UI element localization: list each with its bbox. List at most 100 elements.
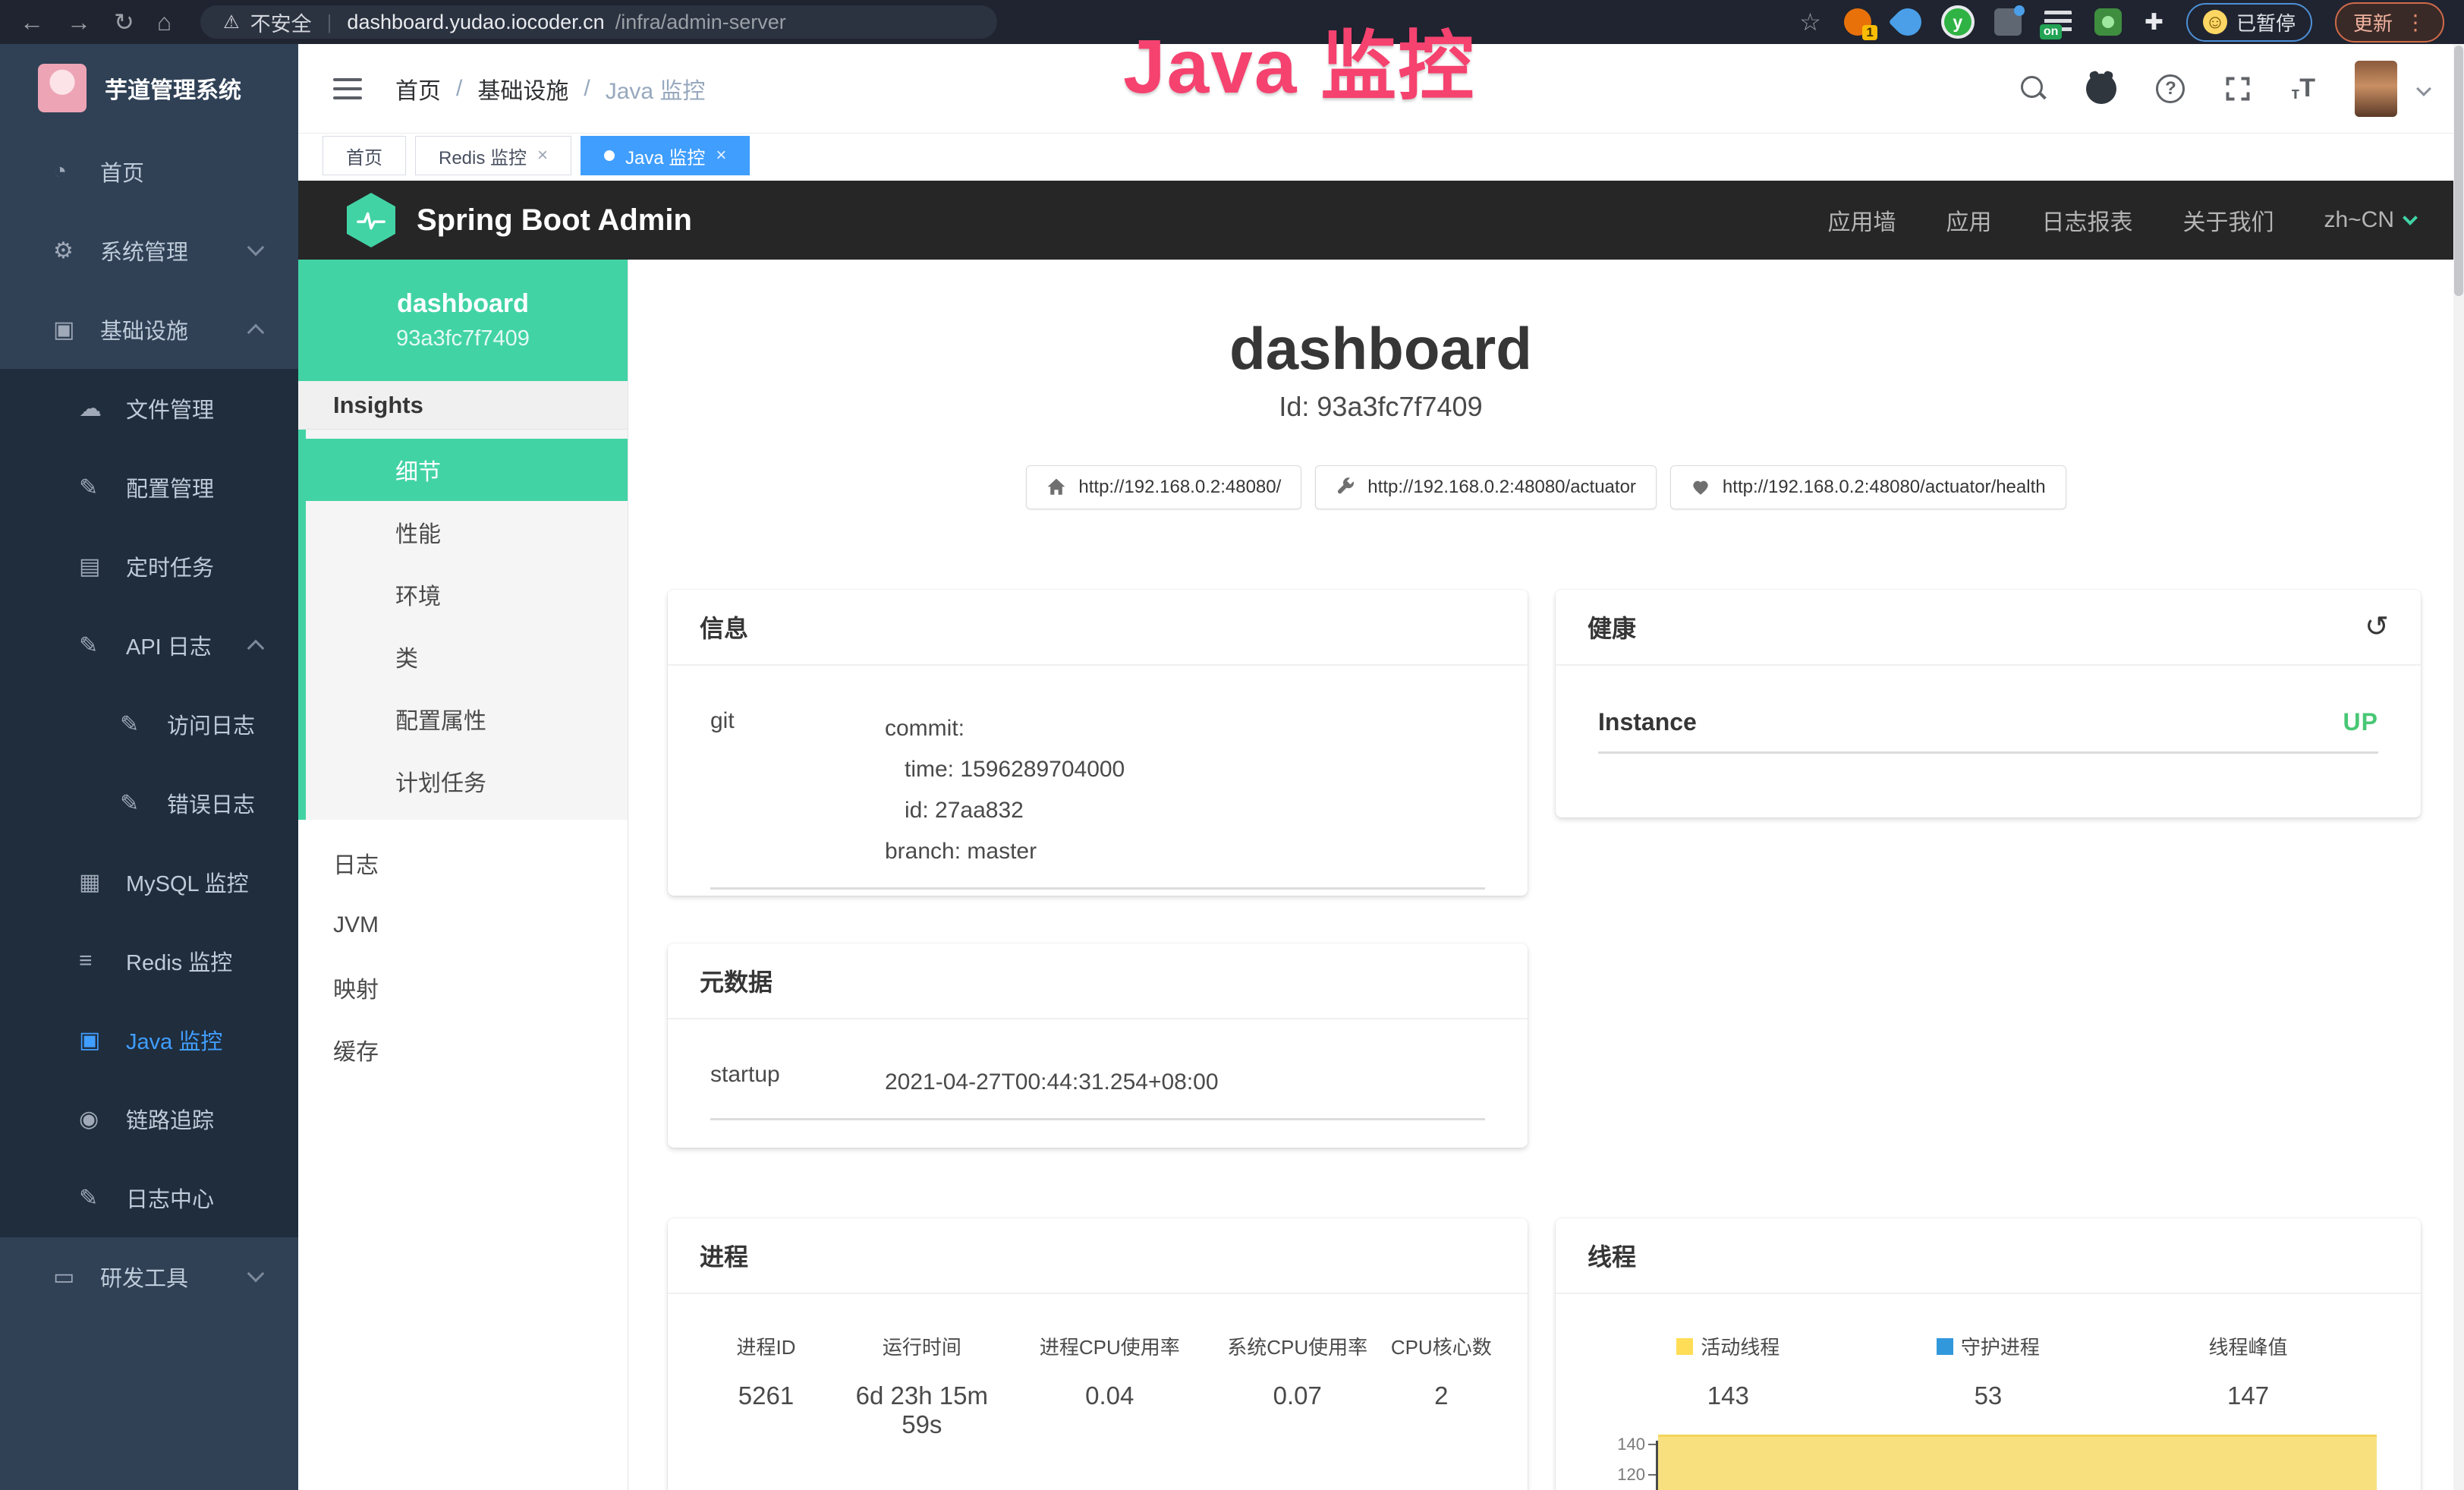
sba-sidebar-item-metrics[interactable]: 性能 (306, 501, 628, 563)
system-cpu-value: 0.07 (1210, 1381, 1386, 1439)
sba-sidebar-item-logs[interactable]: 日志 (298, 832, 628, 894)
close-icon[interactable]: × (537, 145, 548, 166)
extension-list-icon[interactable]: on (2044, 11, 2072, 33)
page-subtitle: Id: 93a3fc7f7409 (463, 391, 2299, 423)
table-row: git commit: time: 1596289704000 id: 27aa… (710, 708, 1485, 890)
sba-sidebar-item-details[interactable]: 细节 (298, 439, 628, 501)
history-icon[interactable] (2365, 613, 2389, 641)
breadcrumb-home[interactable]: 首页 (395, 72, 441, 106)
browser-update-button[interactable]: 更新 (2335, 2, 2444, 43)
threads-legend: 活动线程 守护进程 线程峰值 (1598, 1332, 2378, 1360)
layers-icon (79, 948, 126, 974)
sba-nav-applications[interactable]: 应用 (1946, 203, 1991, 237)
extension-pin-icon[interactable] (1888, 3, 1927, 42)
sba-sidebar-item-scheduled-tasks[interactable]: 计划任务 (306, 750, 628, 812)
sidebar-item-config[interactable]: 配置管理 (0, 448, 298, 527)
active-tab-dot (604, 150, 615, 161)
sba-nav-about[interactable]: 关于我们 (2182, 203, 2274, 237)
sidebar-item-system[interactable]: 系统管理 (0, 211, 298, 290)
page-scrollbar[interactable] (2453, 44, 2464, 1490)
sidebar-item-label: 错误日志 (167, 787, 255, 819)
sidebar-item-files[interactable]: 文件管理 (0, 369, 298, 448)
sba-sidebar-item-classes[interactable]: 类 (306, 625, 628, 688)
chevron-down-icon[interactable] (2416, 81, 2431, 96)
heartbeat-icon (1691, 477, 1710, 497)
extension-sprout-icon[interactable] (2094, 8, 2122, 36)
fullscreen-icon[interactable] (2224, 75, 2252, 102)
edit-icon (79, 474, 126, 501)
actuator-url-button[interactable]: http://192.168.0.2:48080/actuator (1315, 465, 1657, 509)
sba-sidebar-item-jvm[interactable]: JVM (298, 894, 628, 956)
help-icon[interactable]: ? (2156, 74, 2185, 103)
sidebar-item-scheduled-jobs[interactable]: 定时任务 (0, 527, 298, 606)
sidebar-item-label: 研发工具 (100, 1261, 188, 1293)
sidebar-item-error-logs[interactable]: 错误日志 (0, 764, 298, 843)
sidebar-item-log-center[interactable]: 日志中心 (0, 1158, 298, 1237)
git-commit-line: commit: (885, 708, 1125, 749)
browser-reload-icon[interactable] (114, 10, 134, 34)
sba-main: dashboard Id: 93a3fc7f7409 http://192.16… (628, 260, 2464, 1490)
tab-bar: 首页 Redis 监控 × Java 监控 × (298, 134, 2464, 181)
sba-sidebar-item-mappings[interactable]: 映射 (298, 956, 628, 1019)
sidebar-item-dev-tools[interactable]: 研发工具 (0, 1237, 298, 1316)
tab-redis-monitor[interactable]: Redis 监控 × (415, 136, 571, 175)
sidebar-item-redis-monitor[interactable]: Redis 监控 (0, 921, 298, 1000)
browser-home-icon[interactable] (157, 10, 172, 34)
tab-java-monitor[interactable]: Java 监控 × (581, 136, 750, 175)
gear-icon (53, 238, 100, 264)
browser-menu-icon[interactable] (2405, 10, 2426, 35)
sidebar-item-api-logs[interactable]: API 日志 (0, 606, 298, 685)
browser-back-icon[interactable] (20, 10, 44, 34)
font-size-icon[interactable]: тT (2291, 74, 2315, 103)
search-icon[interactable] (2021, 76, 2047, 102)
git-branch-line: branch: master (885, 831, 1125, 872)
tab-home[interactable]: 首页 (323, 136, 406, 175)
breadcrumb: 首页 / 基础设施 / Java 监控 (395, 72, 705, 106)
avatar[interactable] (2355, 61, 2397, 117)
tab-label: Java 监控 (625, 143, 705, 169)
schedule-icon (79, 553, 126, 580)
breadcrumb-infrastructure[interactable]: 基础设施 (477, 72, 568, 106)
bookmark-star-icon[interactable] (1799, 10, 1821, 34)
sidebar-item-home[interactable]: 首页 (0, 132, 298, 211)
sidebar-item-infrastructure[interactable]: 基础设施 (0, 290, 298, 369)
sba-locale-select[interactable]: zh~CN (2324, 207, 2415, 233)
health-url-button[interactable]: http://192.168.0.2:48080/actuator/health (1670, 465, 2066, 509)
infrastructure-icon (53, 317, 100, 343)
sba-nav-wallboard[interactable]: 应用墙 (1827, 203, 1896, 237)
sidebar-item-label: 基础设施 (100, 313, 188, 345)
sba-sidebar-item-environment[interactable]: 环境 (306, 563, 628, 625)
threads-chart: 140 120 100 (1598, 1430, 2378, 1490)
app-brand: 芋道管理系统 (0, 44, 298, 132)
wrench-icon (1336, 477, 1355, 497)
legend-swatch-blue (1937, 1338, 1953, 1355)
health-card-header: 健康 (1556, 590, 2421, 666)
sba-nav-journal[interactable]: 日志报表 (2041, 203, 2132, 237)
metadata-card-body: startup 2021-04-27T00:44:31.254+08:00 (668, 1019, 1528, 1120)
process-card: 进程 进程ID 运行时间 进程CPU使用率 系统CPU使用率 CPU核心数 52… (668, 1218, 1528, 1490)
sidebar-item-java-monitor[interactable]: Java 监控 (0, 1000, 298, 1079)
sidebar-item-access-logs[interactable]: 访问日志 (0, 685, 298, 764)
sidebar-item-mysql-monitor[interactable]: MySQL 监控 (0, 843, 298, 921)
chevron-down-icon (2403, 210, 2418, 225)
sba-locale-value: zh~CN (2324, 207, 2394, 233)
extension-y-icon[interactable]: y (1944, 8, 1972, 36)
sba-sidebar-item-caches[interactable]: 缓存 (298, 1019, 628, 1081)
address-bar[interactable]: 不安全 | dashboard.yudao.iocoder.cn/infra/a… (200, 5, 997, 39)
table-icon (79, 869, 126, 896)
sidebar-item-label: Redis 监控 (126, 945, 232, 977)
scrollbar-thumb[interactable] (2454, 46, 2463, 296)
puzzle-extension-icon[interactable] (2145, 9, 2163, 36)
close-icon[interactable]: × (716, 145, 726, 166)
extension-grid-icon[interactable] (1994, 8, 2022, 36)
app-brand-name: 芋道管理系统 (105, 71, 241, 105)
sidebar-item-tracing[interactable]: 链路追踪 (0, 1079, 298, 1158)
paused-extension-pill[interactable]: 已暂停 (2186, 3, 2312, 42)
extension-colorpicker-icon[interactable]: 1 (1844, 8, 1871, 36)
browser-forward-icon[interactable] (67, 10, 91, 34)
service-url-button[interactable]: http://192.168.0.2:48080/ (1026, 465, 1301, 509)
github-icon[interactable] (2086, 74, 2116, 104)
sba-sidebar-item-config-props[interactable]: 配置属性 (306, 688, 628, 750)
hamburger-icon[interactable] (333, 78, 362, 99)
y-tick-label: 120 (1617, 1465, 1645, 1485)
